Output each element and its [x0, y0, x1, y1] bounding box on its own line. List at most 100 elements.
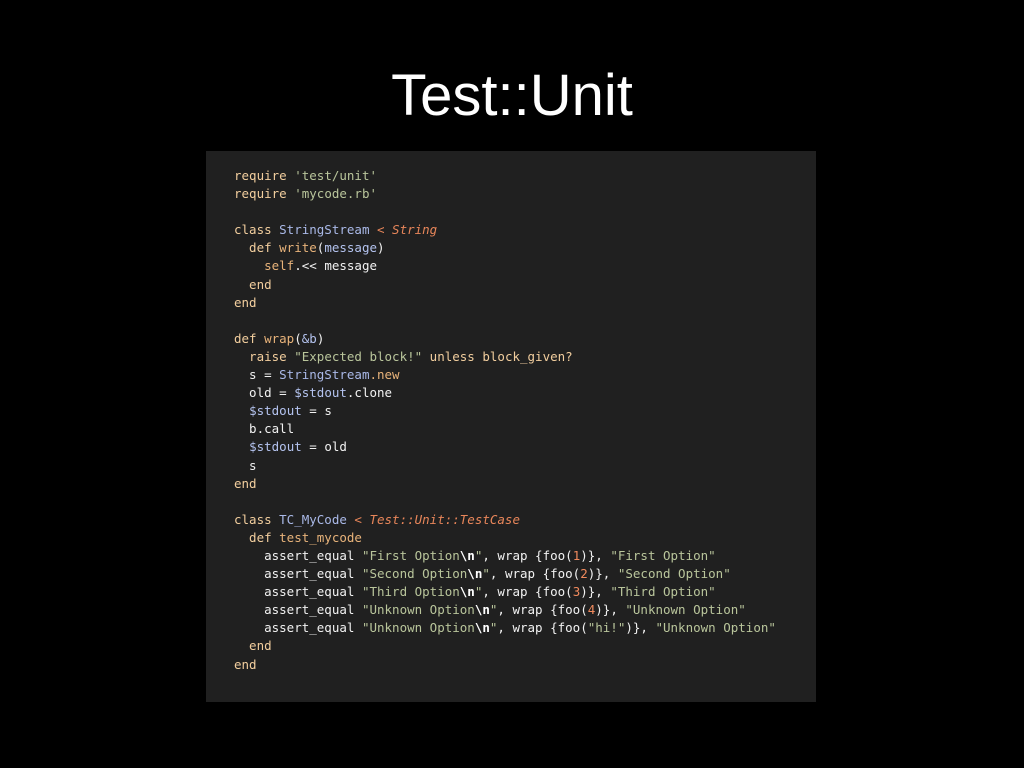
code-token: class	[234, 222, 280, 238]
code-panel: require 'test/unit' require 'mycode.rb' cl…	[206, 151, 816, 702]
code-line: def write(message)	[234, 239, 816, 257]
code-token: "Third Option"	[610, 584, 716, 600]
code-token: "First Option	[361, 547, 460, 563]
code-token: s =	[234, 367, 280, 383]
code-token: end	[234, 294, 257, 310]
code-token: "	[482, 566, 490, 582]
code-token: "Unknown Option	[361, 620, 475, 636]
code-token: $stdout	[294, 385, 347, 401]
code-token: )},	[625, 620, 656, 636]
code-token: "Unknown Option"	[655, 620, 776, 636]
code-token: self	[234, 258, 295, 274]
code-token: , wrap {foo(	[482, 547, 573, 563]
code-token: message	[324, 240, 378, 256]
code-token: \n	[459, 547, 475, 563]
code-token: s	[234, 457, 257, 473]
code-line: require 'test/unit'	[234, 167, 816, 185]
code-token: "Unknown Option"	[625, 602, 746, 618]
code-line: end	[234, 475, 816, 493]
code-line: assert_equal "First Option\n", wrap {foo…	[234, 547, 816, 565]
code-token: $stdout	[249, 439, 302, 455]
code-token: )	[316, 330, 325, 346]
slide-title: Test::Unit	[391, 63, 633, 128]
code-line: class StringStream < String	[234, 221, 816, 239]
code-token: "Expected block!"	[294, 348, 423, 364]
code-token: )},	[580, 584, 611, 600]
code-token: 'test/unit'	[294, 168, 378, 183]
code-token: &b	[301, 330, 317, 346]
code-token: old =	[234, 385, 295, 401]
code-line: old = $stdout.clone	[234, 384, 816, 402]
code-line: class TC_MyCode < Test::Unit::TestCase	[234, 511, 816, 529]
code-line: raise "Expected block!" unless block_giv…	[234, 348, 816, 366]
code-token: , wrap {foo(	[497, 602, 588, 618]
code-token: )},	[595, 602, 626, 618]
code-token: raise	[234, 348, 295, 364]
code-token: assert_equal	[234, 566, 362, 582]
code-token: require	[234, 168, 295, 183]
code-line: def test_mycode	[234, 529, 816, 547]
code-line: assert_equal "Unknown Option\n", wrap {f…	[234, 619, 816, 637]
code-token: \n	[474, 620, 490, 636]
code-line: end	[234, 656, 816, 674]
code-token: , wrap {foo(	[497, 620, 588, 636]
code-token: assert_equal	[234, 584, 362, 600]
code-token: )},	[580, 547, 611, 563]
code-token: "Second Option"	[617, 566, 731, 582]
code-token: \n	[474, 602, 490, 618]
code-token: = s	[301, 403, 332, 419]
code-token: , wrap {foo(	[482, 584, 573, 600]
code-token: )},	[587, 566, 618, 582]
code-token: "First Option"	[610, 547, 716, 563]
code-token: test_mycode	[279, 529, 362, 545]
code-token: assert_equal	[234, 547, 362, 563]
code-token: .new	[369, 367, 400, 383]
code-line: end	[234, 294, 816, 312]
code-token: end	[234, 656, 257, 672]
code-line: s = StringStream.new	[234, 366, 816, 384]
code-line: assert_equal "Second Option\n", wrap {fo…	[234, 565, 816, 583]
code-line: $stdout = s	[234, 402, 816, 420]
code-token: 'mycode.rb'	[294, 186, 378, 202]
code-token: StringStream	[279, 367, 370, 383]
code-token: < Test::Unit::TestCase	[346, 511, 520, 527]
code-token: b.call	[234, 421, 295, 437]
code-line: assert_equal "Unknown Option\n", wrap {f…	[234, 601, 816, 619]
code-token: \n	[459, 584, 475, 600]
code-line: s	[234, 457, 816, 475]
code-line: def wrap(&b)	[234, 330, 816, 348]
code-token: wrap	[264, 330, 295, 346]
code-token: write	[279, 240, 317, 256]
code-token: .<< message	[294, 258, 378, 274]
code-token: 2	[580, 566, 588, 582]
code-line: end	[234, 276, 816, 294]
code-token: def	[234, 240, 280, 256]
code-token: StringStream	[279, 222, 370, 238]
code-token: class	[234, 511, 280, 527]
code-line: require 'mycode.rb'	[234, 185, 816, 203]
code-token: "Second Option	[361, 566, 468, 582]
code-token: .clone	[346, 385, 393, 401]
code-token: def	[234, 529, 280, 545]
code-token: < String	[369, 222, 438, 238]
code-token: assert_equal	[234, 620, 362, 636]
code-line: self.<< message	[234, 257, 816, 275]
code-line: b.call	[234, 420, 816, 438]
code-token: assert_equal	[234, 602, 362, 618]
code-token: "hi!"	[587, 620, 626, 636]
code-token: end	[234, 638, 272, 654]
code-line: end	[234, 637, 816, 655]
code-token: TC_MyCode	[279, 511, 347, 527]
code-token: require	[234, 186, 295, 202]
code-token: = old	[301, 439, 347, 455]
code-token: )	[377, 240, 385, 256]
code-token: "Third Option	[361, 584, 460, 600]
code-block: require 'test/unit' require 'mycode.rb' cl…	[234, 167, 816, 674]
code-line: $stdout = old	[234, 438, 816, 456]
code-token: def	[234, 330, 265, 346]
code-token: \n	[467, 566, 483, 582]
